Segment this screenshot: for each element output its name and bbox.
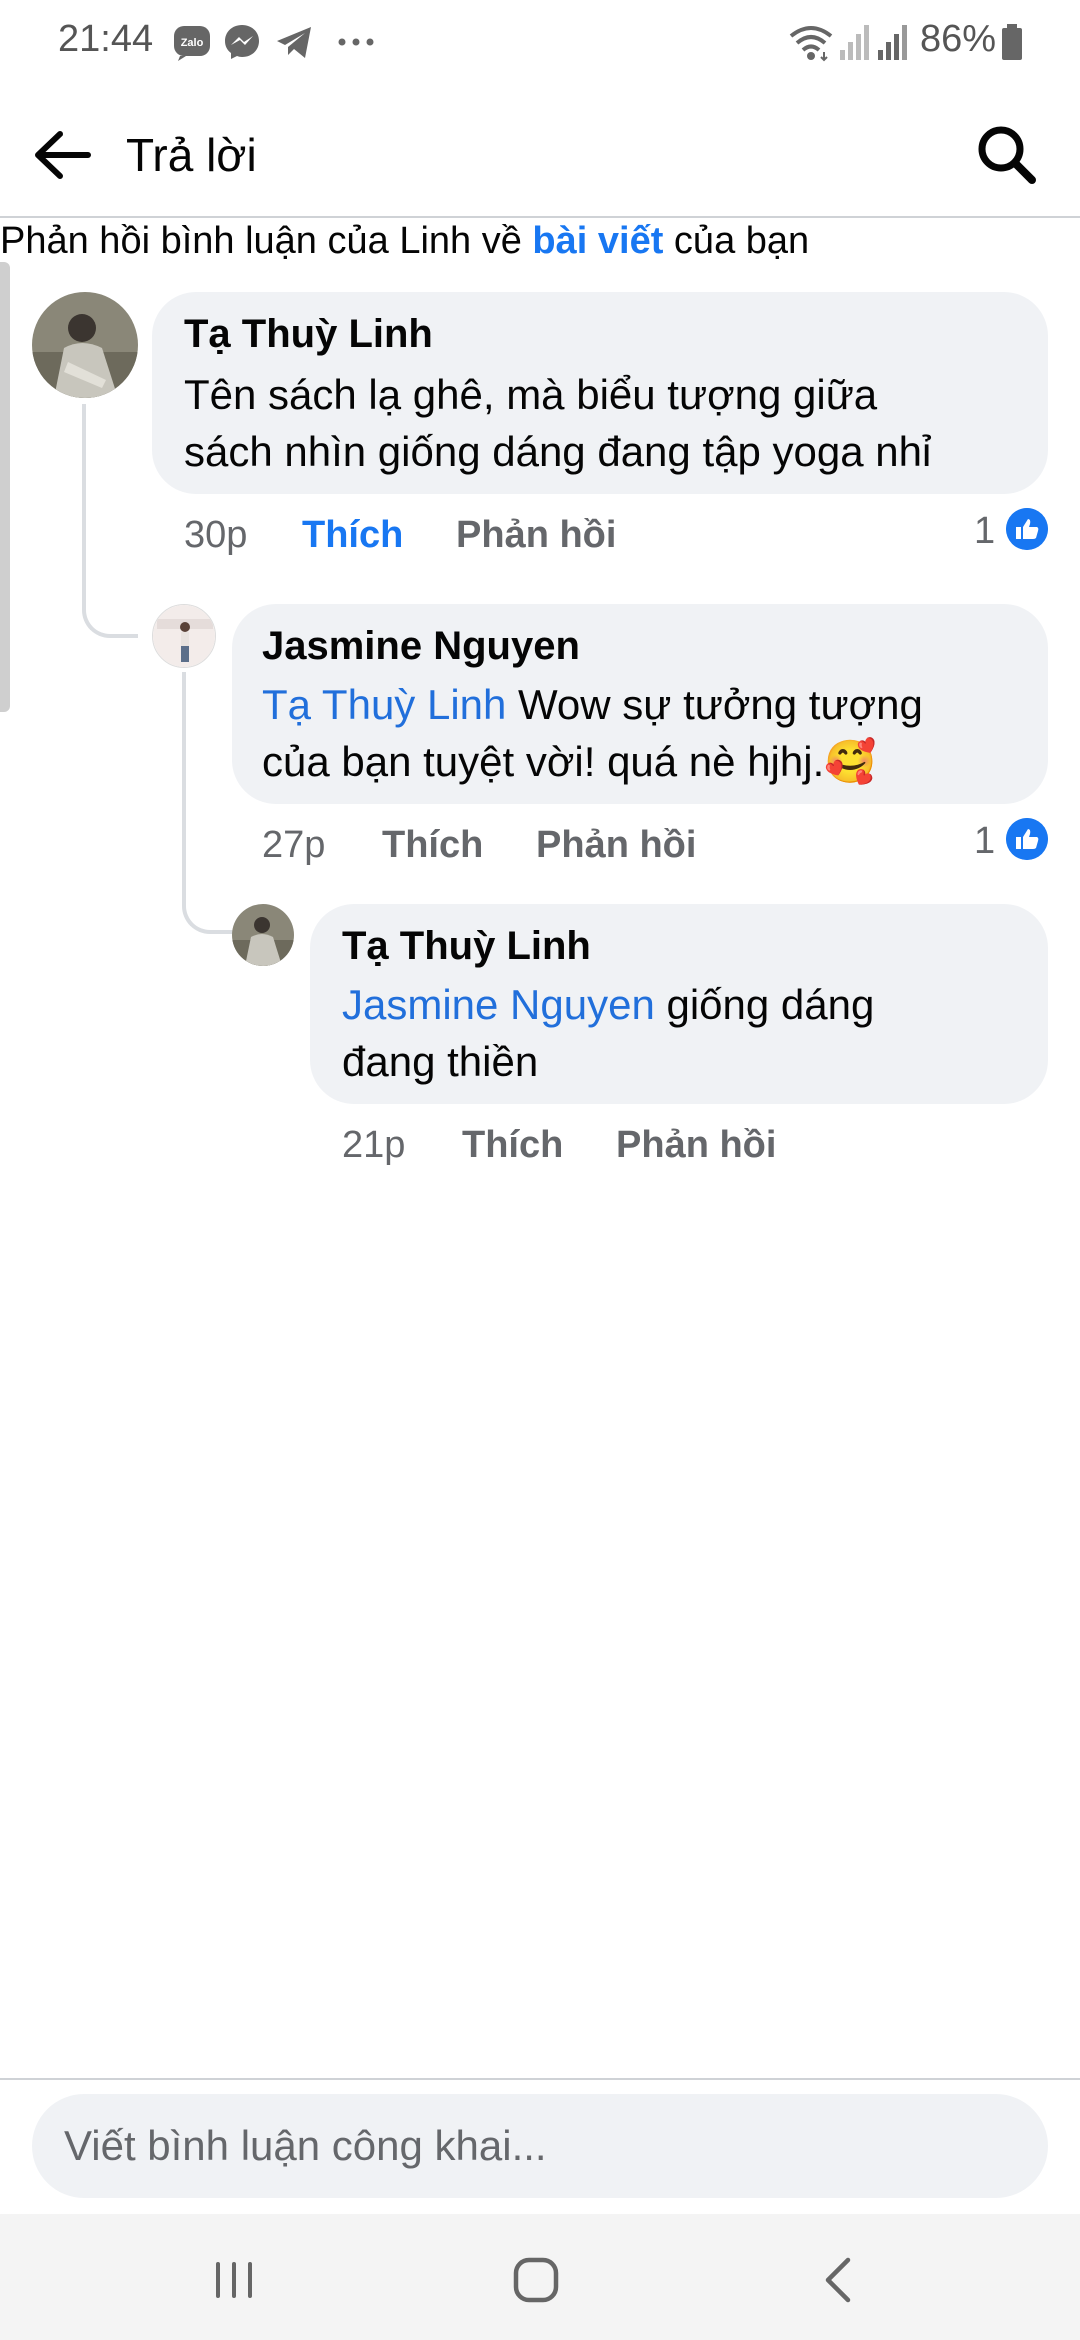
scroll-edge-indicator (0, 262, 10, 712)
comment-line: Jasmine Nguyen giống dáng (342, 976, 874, 1033)
status-time: 21:44 (58, 18, 154, 60)
comment-line: Tạ Thuỳ Linh Wow sự tưởng tượng (262, 676, 923, 733)
comment-text: Tên sách lạ ghê, mà biểu tượng giữa sách… (184, 366, 931, 480)
reaction-count[interactable]: 1 (974, 820, 995, 863)
wifi-icon (789, 26, 833, 62)
comment-time: 30p (184, 514, 248, 556)
reply-button[interactable]: Phản hồi (536, 824, 696, 867)
avatar[interactable] (32, 292, 138, 398)
comment-text: Tạ Thuỳ Linh Wow sự tưởng tượng của bạn … (262, 676, 923, 790)
comment-bubble: Tạ Thuỳ Linh Tên sách lạ ghê, mà biểu tư… (152, 292, 1048, 494)
signal-icon (878, 25, 907, 60)
status-bar: 21:44 Zalo 86% (0, 0, 1080, 84)
comment-line: sách nhìn giống dáng đang tập yoga nhỉ (184, 428, 932, 475)
reaction-count[interactable]: 1 (974, 510, 995, 553)
comment-line-rest: giống dáng (654, 981, 875, 1028)
comment-time: 27p (262, 824, 326, 866)
app-header: Trả lời (0, 84, 1080, 218)
post-link[interactable]: bài viết (532, 220, 663, 262)
recent-apps-icon[interactable] (204, 2250, 264, 2310)
svg-text:Zalo: Zalo (181, 37, 204, 49)
telegram-icon (277, 27, 311, 58)
like-button[interactable]: Thích (302, 514, 403, 557)
search-icon[interactable] (972, 120, 1042, 190)
back-nav-icon[interactable] (810, 2250, 870, 2310)
signal-icon (840, 25, 869, 60)
comment-line: Tên sách lạ ghê, mà biểu tượng giữa (184, 371, 878, 418)
mention-link[interactable]: Tạ Thuỳ Linh (262, 681, 506, 728)
thread-connector (82, 404, 138, 638)
battery-icon (1002, 24, 1022, 60)
comment-line: đang thiền (342, 1038, 539, 1085)
avatar[interactable] (152, 604, 216, 668)
like-reaction-icon[interactable] (1006, 818, 1048, 860)
smiling-hearts-emoji: 🥰 (824, 738, 877, 785)
reply-button[interactable]: Phản hồi (616, 1124, 776, 1167)
messenger-icon (225, 25, 259, 59)
comment-bubble: Tạ Thuỳ Linh Jasmine Nguyen giống dáng đ… (310, 904, 1048, 1104)
comment-text: Jasmine Nguyen giống dáng đang thiền (342, 976, 874, 1090)
comment-time: 21p (342, 1124, 406, 1166)
comment-author[interactable]: Jasmine Nguyen (262, 624, 580, 669)
avatar[interactable] (232, 904, 294, 966)
comment-author[interactable]: Tạ Thuỳ Linh (342, 924, 591, 969)
back-arrow-icon[interactable] (30, 120, 100, 190)
reply-context: Phản hồi bình luận của Linh về bài viết … (0, 220, 809, 263)
composer-divider (0, 2078, 1080, 2080)
comment-line-rest: Wow sự tưởng tượng (506, 681, 923, 728)
thread-connector (182, 672, 234, 934)
comment-author[interactable]: Tạ Thuỳ Linh (184, 312, 433, 357)
comment-line-text: của bạn tuyệt vời! quá nè hjhj. (262, 738, 825, 785)
page-title: Trả lời (126, 129, 257, 181)
comment-bubble: Jasmine Nguyen Tạ Thuỳ Linh Wow sự tưởng… (232, 604, 1048, 804)
more-dots-icon (338, 38, 374, 46)
context-prefix: Phản hồi bình luận của Linh về (0, 220, 533, 262)
like-button[interactable]: Thích (382, 824, 483, 867)
like-reaction-icon[interactable] (1006, 508, 1048, 550)
zalo-icon: Zalo (174, 26, 210, 61)
comment-input[interactable] (32, 2094, 1048, 2198)
context-suffix: của bạn (663, 220, 810, 262)
home-icon[interactable] (506, 2250, 566, 2310)
comment-line: của bạn tuyệt vời! quá nè hjhj.🥰 (262, 733, 923, 790)
reply-button[interactable]: Phản hồi (456, 514, 616, 557)
battery-percent: 86% (920, 18, 997, 60)
system-nav-bar (0, 2214, 1080, 2340)
like-button[interactable]: Thích (462, 1124, 563, 1167)
mention-link[interactable]: Jasmine Nguyen (342, 981, 655, 1028)
